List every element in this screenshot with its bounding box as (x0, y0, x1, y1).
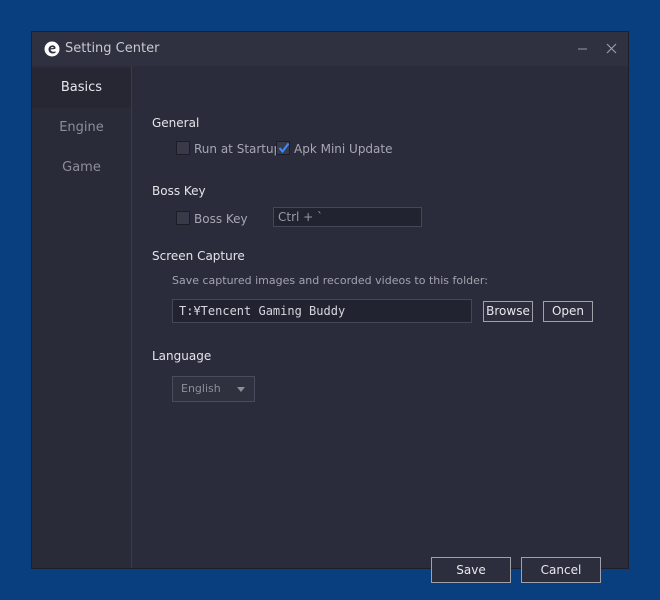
app-logo-icon (44, 41, 60, 57)
minimize-icon (578, 48, 587, 50)
checkmark-icon (278, 142, 290, 154)
language-section-title: Language (152, 349, 212, 363)
capture-folder-path-input[interactable]: T:¥Tencent Gaming Buddy (172, 299, 472, 323)
screen-capture-description: Save captured images and recorded videos… (172, 274, 488, 287)
run-at-startup-checkbox[interactable] (176, 141, 190, 155)
boss-key-section-title: Boss Key (152, 184, 206, 198)
title-bar[interactable]: Setting Center (32, 32, 628, 66)
general-section-title: General (152, 116, 200, 130)
save-button[interactable]: Save (431, 557, 511, 583)
close-icon (606, 43, 617, 54)
screen-capture-section-title: Screen Capture (152, 249, 245, 263)
language-select-value: English (181, 382, 221, 395)
apk-mini-update-label[interactable]: Apk Mini Update (294, 142, 393, 156)
sidebar-item-basics[interactable]: Basics (32, 68, 131, 108)
window-title: Setting Center (65, 41, 160, 56)
language-select[interactable]: English (172, 376, 255, 402)
open-button[interactable]: Open (543, 301, 593, 322)
sidebar: Basics Engine Game (32, 66, 132, 568)
settings-content: General Run at Startup Apk Mini Update B… (132, 66, 628, 583)
close-button[interactable] (603, 40, 621, 58)
boss-key-label[interactable]: Boss Key (194, 212, 248, 226)
sidebar-item-game[interactable]: Game (32, 148, 131, 188)
chevron-down-icon (237, 387, 245, 392)
settings-window: Setting Center Basics Engine Game Genera… (31, 31, 629, 583)
cancel-button[interactable]: Cancel (521, 557, 601, 583)
run-at-startup-label[interactable]: Run at Startup (194, 142, 281, 156)
boss-key-shortcut-input[interactable]: Ctrl + ` (273, 207, 422, 227)
apk-mini-update-checkbox[interactable] (276, 141, 290, 155)
browse-button[interactable]: Browse (483, 301, 533, 322)
minimize-button[interactable] (574, 40, 592, 58)
sidebar-item-engine[interactable]: Engine (32, 108, 131, 148)
boss-key-checkbox[interactable] (176, 211, 190, 225)
